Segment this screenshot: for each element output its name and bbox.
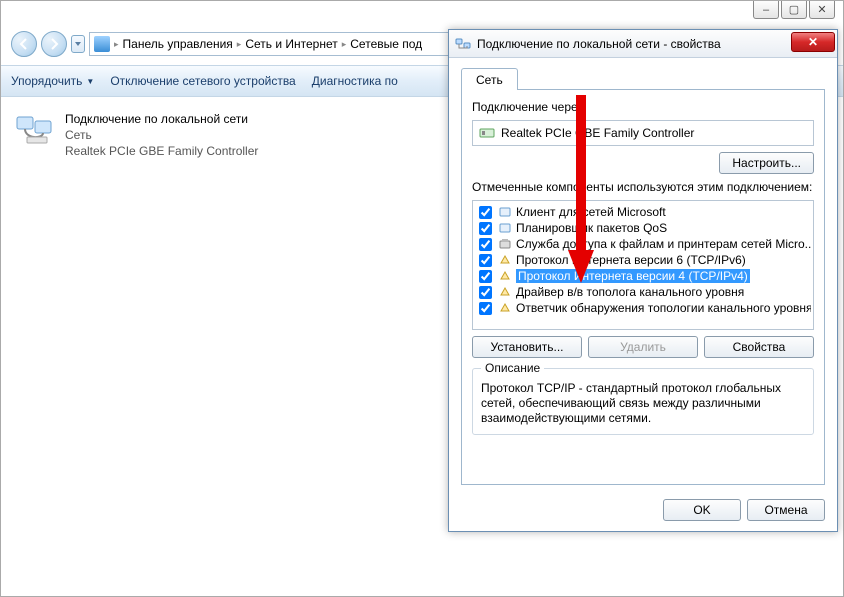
component-checkbox[interactable]: [479, 286, 492, 299]
components-label: Отмеченные компоненты используются этим …: [472, 180, 814, 194]
minimize-button[interactable]: –: [753, 1, 779, 19]
window-controls: – ▢ ✕: [753, 1, 835, 19]
component-buttons: Установить... Удалить Свойства: [472, 336, 814, 358]
disable-device-button[interactable]: Отключение сетевого устройства: [110, 74, 295, 88]
ok-button[interactable]: OK: [663, 499, 741, 521]
component-icon: [498, 301, 512, 315]
close-button[interactable]: ✕: [809, 1, 835, 19]
nav-history-dropdown[interactable]: [71, 35, 85, 53]
remove-button: Удалить: [588, 336, 698, 358]
nav-forward-button[interactable]: [41, 31, 67, 57]
organize-menu[interactable]: Упорядочить ▼: [11, 74, 94, 88]
dialog-title: Подключение по локальной сети - свойства: [477, 37, 721, 51]
connection-title: Подключение по локальной сети: [65, 111, 258, 127]
component-icon: [498, 221, 512, 235]
chevron-right-icon: ▸: [114, 39, 119, 50]
component-label: Планировщик пакетов QoS: [516, 221, 667, 235]
connection-text: Подключение по локальной сети Сеть Realt…: [65, 111, 258, 159]
description-group: Описание Протокол TCP/IP - стандартный п…: [472, 368, 814, 435]
network-icon: [455, 36, 471, 52]
connect-via-label: Подключение через:: [472, 100, 814, 114]
diagnose-button[interactable]: Диагностика по: [312, 74, 398, 88]
maximize-button[interactable]: ▢: [781, 1, 807, 19]
component-item[interactable]: Драйвер в/в тополога канального уровня: [475, 284, 811, 300]
dialog-titlebar[interactable]: Подключение по локальной сети - свойства…: [449, 30, 837, 58]
breadcrumb-item[interactable]: Панель управления: [123, 37, 233, 51]
tab-network[interactable]: Сеть: [461, 68, 518, 90]
component-item[interactable]: Планировщик пакетов QoS: [475, 220, 811, 236]
network-adapter-icon: [15, 111, 57, 147]
description-legend: Описание: [481, 361, 544, 375]
adapter-box[interactable]: Realtek PCIe GBE Family Controller: [472, 120, 814, 146]
dialog-body: Сеть Подключение через: Realtek PCIe GBE…: [449, 58, 837, 491]
breadcrumb-item[interactable]: Сетевые под: [350, 37, 422, 51]
tab-panel-network: Подключение через: Realtek PCIe GBE Fami…: [461, 89, 825, 485]
component-icon: [498, 285, 512, 299]
component-checkbox[interactable]: [479, 238, 492, 251]
component-label: Драйвер в/в тополога канального уровня: [516, 285, 744, 299]
description-text: Протокол TCP/IP - стандартный протокол г…: [481, 381, 805, 426]
nav-back-button[interactable]: [11, 31, 37, 57]
component-item[interactable]: Протокол Интернета версии 4 (TCP/IPv4): [475, 268, 811, 284]
properties-dialog: Подключение по локальной сети - свойства…: [448, 29, 838, 532]
components-list[interactable]: Клиент для сетей Microsoft Планировщик па…: [472, 200, 814, 330]
chevron-down-icon: ▼: [86, 77, 94, 86]
component-label: Протокол Интернета версии 6 (TCP/IPv6): [516, 253, 746, 267]
component-item[interactable]: Клиент для сетей Microsoft: [475, 204, 811, 220]
dialog-close-button[interactable]: ✕: [791, 32, 835, 52]
adapter-icon: [479, 126, 495, 140]
cancel-button[interactable]: Отмена: [747, 499, 825, 521]
component-label: Клиент для сетей Microsoft: [516, 205, 666, 219]
component-label: Ответчик обнаружения топологии канальног…: [516, 301, 811, 315]
network-center-icon: [94, 36, 110, 52]
component-item[interactable]: Служба доступа к файлам и принтерам сете…: [475, 236, 811, 252]
install-button[interactable]: Установить...: [472, 336, 582, 358]
component-checkbox[interactable]: [479, 222, 492, 235]
component-checkbox[interactable]: [479, 206, 492, 219]
component-label: Служба доступа к файлам и принтерам сете…: [516, 237, 811, 251]
organize-label: Упорядочить: [11, 74, 82, 88]
chevron-right-icon: ▸: [237, 39, 242, 50]
component-checkbox[interactable]: [479, 270, 492, 283]
tab-strip: Сеть: [461, 68, 825, 89]
component-label: Протокол Интернета версии 4 (TCP/IPv4): [516, 269, 750, 283]
component-icon: [498, 253, 512, 267]
adapter-name: Realtek PCIe GBE Family Controller: [501, 126, 694, 140]
connection-adapter: Realtek PCIe GBE Family Controller: [65, 143, 258, 159]
configure-button[interactable]: Настроить...: [719, 152, 814, 174]
component-icon: [498, 205, 512, 219]
chevron-right-icon: ▸: [342, 39, 347, 50]
properties-button[interactable]: Свойства: [704, 336, 814, 358]
dialog-footer: OK Отмена: [449, 491, 837, 531]
breadcrumb-item[interactable]: Сеть и Интернет: [245, 37, 337, 51]
connection-network: Сеть: [65, 127, 258, 143]
component-item[interactable]: Протокол Интернета версии 6 (TCP/IPv6): [475, 252, 811, 268]
component-item[interactable]: Ответчик обнаружения топологии канальног…: [475, 300, 811, 316]
component-checkbox[interactable]: [479, 302, 492, 315]
component-icon: [498, 237, 512, 251]
component-icon: [498, 269, 512, 283]
component-checkbox[interactable]: [479, 254, 492, 267]
